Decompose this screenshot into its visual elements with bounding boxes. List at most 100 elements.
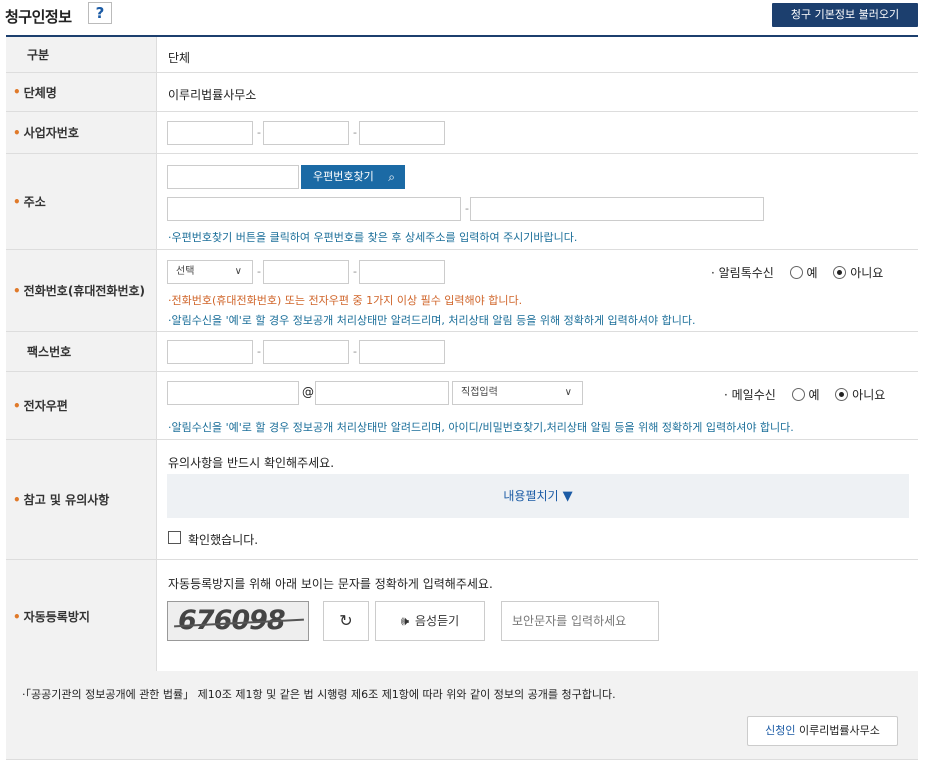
label-text: 단체명: [23, 85, 57, 100]
audio-label: 음성듣기: [415, 614, 460, 628]
zipcode-input[interactable]: [167, 165, 299, 189]
row-label: • 단체명: [6, 73, 157, 111]
label-text: 주소: [23, 195, 46, 209]
confirm-label: 확인했습니다.: [188, 533, 259, 547]
triangle-down-icon: ▼: [562, 489, 573, 504]
required-mark: •: [13, 398, 21, 413]
phone-notify-note: ·알림수신을 '예'로 할 경우 정보공개 처리상태만 알려드리며, 처리상태 …: [168, 314, 696, 327]
captcha-image: 676098: [167, 601, 309, 641]
zipcode-search-button[interactable]: 우편번호찾기 ⌕: [301, 165, 405, 189]
load-basic-info-button[interactable]: 청구 기본정보 불러오기: [772, 3, 918, 27]
row-label: 구분: [6, 37, 157, 72]
separator: -: [257, 265, 261, 278]
label-text: 참고 및 유의사항: [23, 493, 110, 507]
select-value: 선택: [176, 266, 195, 277]
label-text: 구분: [27, 48, 50, 62]
address-detail-input[interactable]: [470, 197, 764, 221]
separator: -: [353, 345, 357, 358]
fax-part3-input[interactable]: [359, 340, 445, 364]
label-text: 팩스번호: [27, 345, 72, 359]
section-title: 청구인정보: [5, 8, 72, 26]
row-label: • 참고 및 유의사항: [6, 440, 157, 559]
business-no-part1-input[interactable]: [167, 121, 253, 145]
notify-yes-radio[interactable]: [789, 266, 803, 279]
notify-no-radio[interactable]: [833, 266, 847, 279]
row-category: 구분 단체: [6, 37, 918, 73]
email-id-input[interactable]: [167, 381, 299, 405]
mail-yes-label: 예: [808, 388, 820, 402]
fax-part1-input[interactable]: [167, 340, 253, 364]
help-button[interactable]: ?: [88, 2, 112, 24]
mail-yes-radio[interactable]: [791, 388, 805, 401]
applicant-value: 이루리법률사무소: [798, 724, 880, 737]
law-statement: ·「공공기관의 정보공개에 관한 법률」 제10조 제1항 및 같은 법 시행령…: [22, 688, 616, 701]
phone-part2-input[interactable]: [263, 260, 349, 284]
separator: -: [465, 202, 469, 215]
confirm-checkbox[interactable]: [168, 531, 181, 544]
mail-no-radio[interactable]: [835, 388, 849, 401]
captcha-instruction: 자동등록방지를 위해 아래 보이는 문자를 정확하게 입력해주세요.: [168, 577, 493, 591]
row-email: • 전자우편 @ 직접입력 ∨ · 메일수신 예 아니요 ·알림수신을 '예'로 …: [6, 372, 918, 440]
row-phone: • 전화번호(휴대전화번호) 선택 ∨ - - · 알림톡수신 예 아니요 ·전화…: [6, 250, 918, 332]
email-domain-input[interactable]: [315, 381, 449, 405]
separator: -: [353, 126, 357, 139]
search-icon: ⌕: [388, 170, 395, 184]
required-mark: •: [13, 85, 21, 99]
row-cell: 자동등록방지를 위해 아래 보이는 문자를 정확하게 입력해주세요. 67609…: [158, 560, 918, 673]
required-mark: •: [13, 492, 21, 507]
row-label: • 전자우편: [6, 372, 157, 439]
at-sign: @: [302, 385, 314, 399]
row-label: • 전화번호(휴대전화번호): [6, 250, 157, 331]
chevron-down-icon: ∨: [564, 387, 572, 398]
org-name-value: 이루리법률사무소: [168, 88, 257, 102]
row-address: • 주소 우편번호찾기 ⌕ - ·우편번호찾기 버튼을 클릭하여 우편번호를 찾은…: [6, 154, 918, 250]
row-business-no: • 사업자번호 - -: [6, 112, 918, 154]
separator: -: [353, 265, 357, 278]
separator: -: [257, 126, 261, 139]
address-note: ·우편번호찾기 버튼을 클릭하여 우편번호를 찾은 후 상세주소를 입력하여 주…: [168, 231, 578, 244]
row-cell: 우편번호찾기 ⌕ - ·우편번호찾기 버튼을 클릭하여 우편번호를 찾은 후 상…: [158, 154, 918, 249]
speaker-icon: 🕪: [400, 614, 410, 629]
label-text: 전화번호(휴대전화번호): [23, 284, 146, 298]
captcha-input[interactable]: 보안문자를 입력하세요: [501, 601, 659, 641]
email-note: ·알림수신을 '예'로 할 경우 정보공개 처리상태만 알려드리며, 아이디/비…: [168, 421, 794, 434]
row-cell: 선택 ∨ - - · 알림톡수신 예 아니요 ·전화번호(휴대전화번호) 또는 …: [158, 250, 918, 331]
row-fax: 팩스번호 - -: [6, 332, 918, 372]
applicant-button[interactable]: 신청인 이루리법률사무소: [747, 716, 898, 746]
phone-part3-input[interactable]: [359, 260, 445, 284]
label-text: 자동등록방지: [23, 610, 90, 624]
refresh-icon: ↻: [339, 611, 353, 630]
row-org-name: • 단체명 이루리법률사무소: [6, 73, 918, 112]
row-cell: - -: [158, 112, 918, 153]
refresh-captcha-button[interactable]: ↻: [323, 601, 369, 641]
expand-content-button[interactable]: 내용펼치기 ▼: [167, 474, 909, 518]
notice-instruction: 유의사항을 반드시 확인해주세요.: [168, 456, 335, 470]
required-mark: •: [13, 194, 21, 209]
label-text: 전자우편: [23, 399, 68, 413]
business-no-part2-input[interactable]: [263, 121, 349, 145]
separator: -: [257, 345, 261, 358]
phone-required-note: ·전화번호(휴대전화번호) 또는 전자우편 중 1가지 이상 필수 입력해야 합…: [168, 294, 523, 307]
email-domain-select[interactable]: 직접입력 ∨: [452, 381, 583, 405]
row-cell: - -: [158, 332, 918, 371]
row-notice: • 참고 및 유의사항 유의사항을 반드시 확인해주세요. 내용펼치기 ▼ 확인했습…: [6, 440, 918, 560]
row-label: 팩스번호: [6, 332, 157, 371]
footer-statement: ·「공공기관의 정보공개에 관한 법률」 제10조 제1항 및 같은 법 시행령…: [6, 671, 918, 760]
phone-prefix-select[interactable]: 선택 ∨: [167, 260, 253, 284]
row-cell: @ 직접입력 ∨ · 메일수신 예 아니요 ·알림수신을 '예'로 할 경우 정…: [158, 372, 918, 439]
business-no-part3-input[interactable]: [359, 121, 445, 145]
mail-no-label: 아니요: [852, 388, 886, 402]
fax-part2-input[interactable]: [263, 340, 349, 364]
kakao-notify-group: · 알림톡수신 예 아니요: [711, 264, 883, 281]
row-cell: 단체: [158, 37, 918, 72]
row-cell: 이루리법률사무소: [158, 73, 918, 111]
required-mark: •: [13, 283, 21, 298]
select-value: 직접입력: [461, 387, 498, 398]
row-label: • 자동등록방지: [6, 560, 157, 673]
row-label: • 주소: [6, 154, 157, 249]
address-input[interactable]: [167, 197, 461, 221]
audio-captcha-button[interactable]: 🕪 음성듣기: [375, 601, 485, 641]
expand-label: 내용펼치기: [503, 489, 559, 503]
mail-label: · 메일수신: [724, 388, 776, 402]
chevron-down-icon: ∨: [234, 266, 242, 277]
